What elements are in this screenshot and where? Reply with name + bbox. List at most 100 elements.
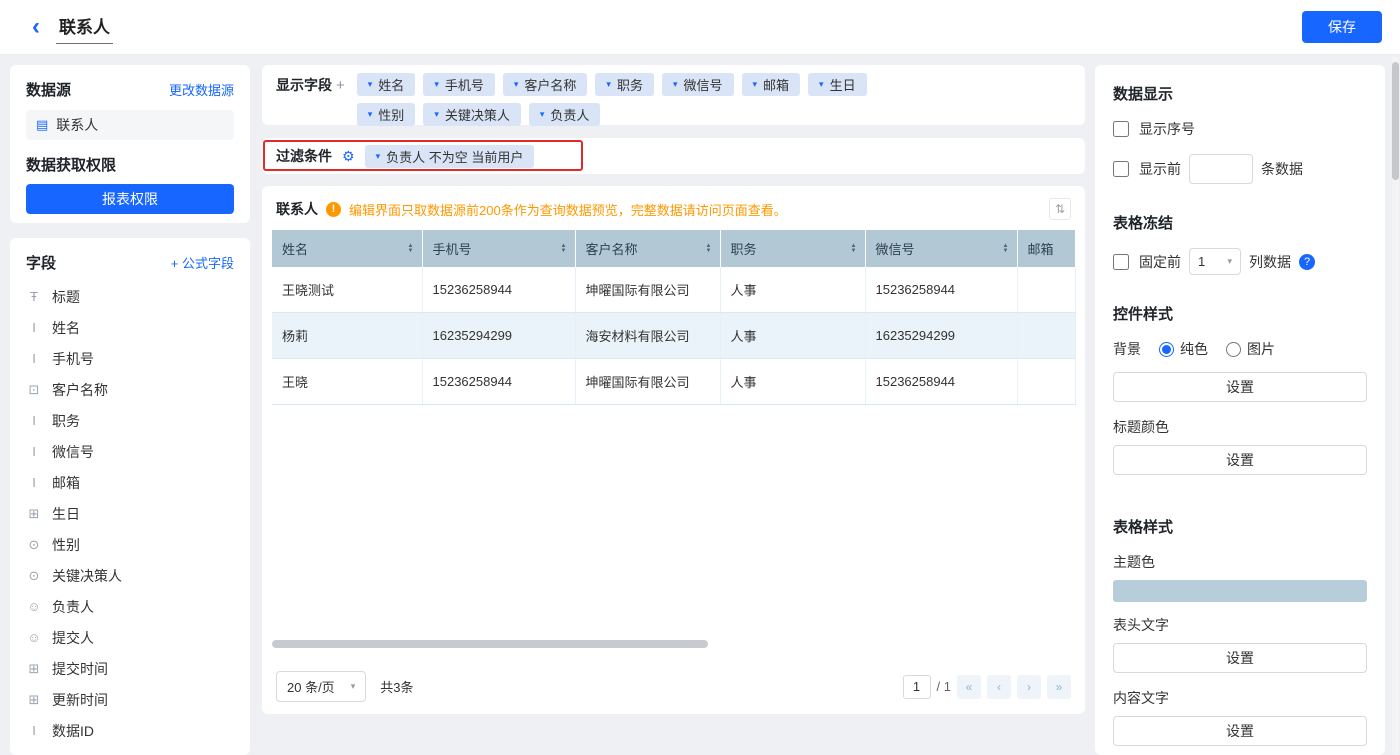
next-page-button[interactable]: › (1017, 675, 1041, 699)
datasource-item[interactable]: ▤ 联系人 (26, 110, 234, 140)
sort-arrows-icon[interactable]: ▲▼ (561, 244, 567, 254)
table-cell: 16235294299 (865, 313, 1017, 359)
title-icon: Ŧ (26, 289, 42, 304)
field-item-data-id[interactable]: Ι数据ID (26, 715, 234, 746)
report-permission-button[interactable]: 报表权限 (26, 184, 234, 214)
field-item-name[interactable]: Ι姓名 (26, 312, 234, 343)
chip-gender[interactable]: ▾性别 (357, 103, 416, 126)
page-title[interactable]: 联系人 (56, 11, 113, 44)
field-item-key-decision-maker[interactable]: ⊙关键决策人 (26, 560, 234, 591)
sort-arrows-icon[interactable]: ▲▼ (1003, 244, 1009, 254)
field-item-wechat[interactable]: Ι微信号 (26, 436, 234, 467)
horizontal-scrollbar[interactable] (272, 640, 708, 648)
gear-icon[interactable]: ⚙ (342, 148, 355, 165)
theme-color-label: 主题色 (1113, 552, 1367, 572)
content-text-set-button[interactable]: 设置 (1113, 716, 1367, 746)
page-number-input[interactable] (903, 675, 931, 699)
table-cell: 杨莉 (272, 313, 422, 359)
header-text-set-button[interactable]: 设置 (1113, 643, 1367, 673)
last-page-button[interactable]: » (1047, 675, 1071, 699)
column-header-job-title[interactable]: 职务▲▼ (720, 230, 865, 267)
row-limit-input[interactable] (1189, 154, 1253, 184)
first-page-button[interactable]: « (957, 675, 981, 699)
theme-color-swatch[interactable] (1113, 580, 1367, 602)
widget-style-title: 控件样式 (1113, 303, 1367, 324)
chip-phone[interactable]: ▾手机号 (423, 73, 495, 96)
preview-title: 联系人 (276, 199, 318, 219)
field-item-update-time[interactable]: ⊞更新时间 (26, 684, 234, 715)
field-item-gender[interactable]: ⊙性别 (26, 529, 234, 560)
table-cell: 人事 (720, 267, 865, 313)
sort-arrows-icon[interactable]: ▲▼ (851, 244, 857, 254)
freeze-checkbox[interactable] (1113, 254, 1129, 270)
page-size-select[interactable]: 20 条/页 ▾ (276, 671, 366, 702)
background-label: 背景 (1113, 339, 1141, 359)
field-item-owner[interactable]: ☺负责人 (26, 591, 234, 622)
chip-label: 邮箱 (763, 75, 789, 94)
field-item-submit-time[interactable]: ⊞ 提交时间 (26, 653, 234, 684)
chip-email[interactable]: ▾ 邮箱 (742, 73, 801, 96)
chip-key-decision-maker[interactable]: ▾关键决策人 (423, 103, 521, 126)
column-header-name[interactable]: 姓名 ▲▼ (272, 230, 422, 267)
sort-arrows-icon[interactable]: ▲▼ (408, 244, 414, 254)
permission-title: 数据获取权限 (26, 154, 234, 175)
column-header-wechat[interactable]: 微信号▲▼ (865, 230, 1017, 267)
field-item-phone[interactable]: Ι手机号 (26, 343, 234, 374)
chevron-down-icon: ▾ (753, 80, 758, 89)
change-datasource-link[interactable]: 更改数据源 (169, 80, 234, 99)
column-header-email[interactable]: 邮箱 (1017, 230, 1075, 267)
table-style-title: 表格样式 (1113, 516, 1367, 537)
back-icon[interactable]: ‹ (32, 15, 40, 39)
column-label: 姓名 (282, 242, 308, 257)
help-icon[interactable]: ? (1299, 254, 1315, 270)
chip-birthday[interactable]: ▾生日 (808, 73, 867, 96)
report-designer: ‹ 联系人 保存 数据源 更改数据源 ▤ 联系人 数据获取权限 报表权限 字段 … (0, 0, 1400, 755)
add-display-field-icon[interactable]: + (336, 77, 345, 94)
member-icon: ☺ (26, 630, 42, 645)
sort-arrows-icon[interactable]: ▲▼ (706, 244, 712, 254)
vertical-scrollbar[interactable] (1392, 56, 1399, 755)
show-first-checkbox[interactable] (1113, 161, 1129, 177)
save-button[interactable]: 保存 (1302, 11, 1382, 43)
chip-job-title[interactable]: ▾职务 (595, 73, 654, 96)
field-item-submitter[interactable]: ☺ 提交人 (26, 622, 234, 653)
column-header-phone[interactable]: 手机号▲▼ (422, 230, 575, 267)
chip-wechat[interactable]: ▾微信号 (662, 73, 734, 96)
date-icon: ⊞ (26, 661, 42, 677)
freeze-count-select[interactable]: 1 ▾ (1189, 248, 1241, 275)
table-cell (1017, 359, 1075, 405)
total-count: 共3条 (380, 677, 413, 696)
table-cell: 坤曜国际有限公司 (575, 359, 720, 405)
field-item-birthday[interactable]: ⊞生日 (26, 498, 234, 529)
show-index-checkbox[interactable] (1113, 121, 1129, 137)
solid-color-radio-input[interactable] (1159, 342, 1174, 357)
chip-label: 微信号 (683, 75, 722, 94)
table-row: 王晓 15236258944 坤曜国际有限公司 人事 15236258944 (272, 359, 1075, 405)
background-set-button[interactable]: 设置 (1113, 372, 1367, 402)
chip-customer-name[interactable]: ▾客户名称 (503, 73, 588, 96)
field-item-title[interactable]: Ŧ标题 (26, 281, 234, 312)
field-item-email[interactable]: Ι邮箱 (26, 467, 234, 498)
add-formula-field-link[interactable]: + 公式字段 (171, 253, 234, 272)
chip-name[interactable]: ▾姓名 (357, 73, 416, 96)
chip-owner[interactable]: ▾负责人 (529, 103, 601, 126)
field-item-customer-name[interactable]: ⊡客户名称 (26, 374, 234, 405)
warning-icon: ! (326, 202, 341, 217)
filter-condition-chip[interactable]: ▾负责人 不为空 当前用户 (365, 145, 535, 168)
warning-text: 编辑界面只取数据源前200条作为查询数据预览，完整数据请访问页面查看。 (349, 200, 1041, 219)
show-index-row[interactable]: 显示序号 (1113, 119, 1367, 139)
image-radio-input[interactable] (1226, 342, 1241, 357)
field-item-job-title[interactable]: Ι职务 (26, 405, 234, 436)
prev-page-button[interactable]: ‹ (987, 675, 1011, 699)
sort-icon[interactable]: ⇅ (1049, 198, 1071, 220)
freeze-count-value: 1 (1198, 254, 1205, 269)
title-color-set-button[interactable]: 设置 (1113, 445, 1367, 475)
vertical-scrollbar-thumb[interactable] (1392, 62, 1399, 180)
column-header-customer-name[interactable]: 客户名称▲▼ (575, 230, 720, 267)
image-radio[interactable]: 图片 (1226, 339, 1275, 359)
field-label: 微信号 (52, 442, 94, 462)
field-label: 提交时间 (52, 659, 108, 679)
solid-color-radio[interactable]: 纯色 (1159, 339, 1208, 359)
header-text-label: 表头文字 (1113, 615, 1367, 635)
field-label: 提交人 (52, 628, 94, 648)
